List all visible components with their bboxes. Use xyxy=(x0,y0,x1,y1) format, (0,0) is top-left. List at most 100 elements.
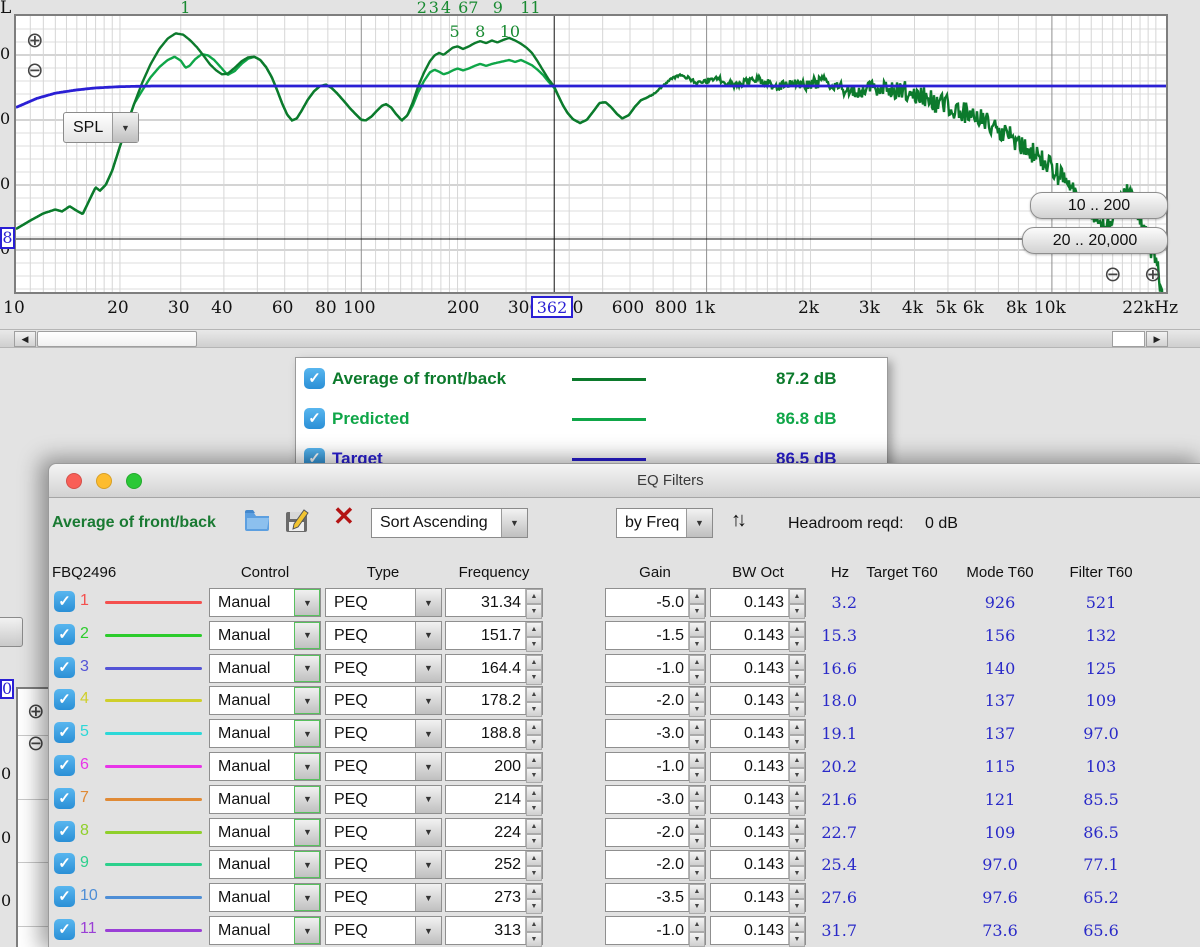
chevron-down-icon[interactable]: ▼ xyxy=(294,819,320,846)
chevron-down-icon[interactable]: ▼ xyxy=(415,851,441,878)
frequency-spinner[interactable]: 151.7▲▼ xyxy=(445,621,543,650)
chevron-down-icon[interactable]: ▼ xyxy=(415,753,441,780)
eq-filter-marker-3[interactable]: 3 xyxy=(429,0,439,17)
filter-type-select[interactable]: PEQ▼ xyxy=(325,686,442,715)
eq-filter-marker-1[interactable]: 1 xyxy=(180,0,190,17)
chevron-down-icon[interactable]: ▼ xyxy=(415,720,441,747)
filter-type-select[interactable]: PEQ▼ xyxy=(325,621,442,650)
filter-enabled-checkbox[interactable]: ✓ xyxy=(54,657,75,678)
control-select[interactable]: Manual▼ xyxy=(209,588,321,617)
freq-range-button-10-200[interactable]: 10 .. 200 xyxy=(1030,192,1168,219)
chevron-down-icon[interactable]: ▼ xyxy=(501,509,527,537)
eq-filter-marker-10[interactable]: 10 xyxy=(500,22,520,41)
frequency-spinner[interactable]: 31.34▲▼ xyxy=(445,588,543,617)
frequency-spinner[interactable]: 273▲▼ xyxy=(445,883,543,912)
bandwidth-spinner[interactable]: 0.143▲▼ xyxy=(710,686,806,715)
eq-filter-marker-2[interactable]: 2 xyxy=(417,0,427,17)
zoom-out-icon[interactable]: ⊖ xyxy=(27,733,45,754)
chevron-down-icon[interactable]: ▼ xyxy=(415,884,441,911)
spinner-up-icon[interactable]: ▲ xyxy=(526,589,542,604)
spl-chart[interactable]: ⊕ ⊖ SPL ▼ 10 .. 200 20 .. 20,000 ⊖ ⊕ xyxy=(14,14,1168,294)
bandwidth-spinner[interactable]: 0.143▲▼ xyxy=(710,850,806,879)
spinner-down-icon[interactable]: ▼ xyxy=(689,801,705,816)
spinner-down-icon[interactable]: ▼ xyxy=(689,670,705,685)
gain-spinner[interactable]: -1.0▲▼ xyxy=(605,654,706,683)
filter-enabled-checkbox[interactable]: ✓ xyxy=(54,755,75,776)
gain-spinner[interactable]: -1.5▲▼ xyxy=(605,621,706,650)
spinner-down-icon[interactable]: ▼ xyxy=(526,899,542,914)
frequency-spinner[interactable]: 178.2▲▼ xyxy=(445,686,543,715)
spinner-down-icon[interactable]: ▼ xyxy=(526,735,542,750)
chevron-down-icon[interactable]: ▼ xyxy=(415,819,441,846)
control-select[interactable]: Manual▼ xyxy=(209,686,321,715)
filter-type-select[interactable]: PEQ▼ xyxy=(325,850,442,879)
spinner-up-icon[interactable]: ▲ xyxy=(689,786,705,801)
spinner-down-icon[interactable]: ▼ xyxy=(689,735,705,750)
sort-arrows-icon[interactable]: ↑↓ xyxy=(731,509,743,532)
filter-type-select[interactable]: PEQ▼ xyxy=(325,719,442,748)
bandwidth-spinner[interactable]: 0.143▲▼ xyxy=(710,752,806,781)
bandwidth-spinner[interactable]: 0.143▲▼ xyxy=(710,818,806,847)
spinner-up-icon[interactable]: ▲ xyxy=(526,655,542,670)
chevron-down-icon[interactable]: ▼ xyxy=(294,720,320,747)
filter-enabled-checkbox[interactable]: ✓ xyxy=(54,853,75,874)
filter-enabled-checkbox[interactable]: ✓ xyxy=(54,821,75,842)
chevron-down-icon[interactable]: ▼ xyxy=(294,753,320,780)
chevron-down-icon[interactable]: ▼ xyxy=(415,622,441,649)
bandwidth-spinner[interactable]: 0.143▲▼ xyxy=(710,883,806,912)
filter-type-select[interactable]: PEQ▼ xyxy=(325,654,442,683)
spinner-down-icon[interactable]: ▼ xyxy=(526,768,542,783)
spinner-down-icon[interactable]: ▼ xyxy=(526,604,542,619)
spinner-up-icon[interactable]: ▲ xyxy=(689,622,705,637)
sort-field-select[interactable]: by Freq ▼ xyxy=(616,508,713,538)
chevron-down-icon[interactable]: ▼ xyxy=(294,786,320,813)
spinner-down-icon[interactable]: ▼ xyxy=(689,768,705,783)
eq-filter-marker-9[interactable]: 9 xyxy=(493,0,503,17)
spinner-up-icon[interactable]: ▲ xyxy=(526,622,542,637)
bandwidth-spinner[interactable]: 0.143▲▼ xyxy=(710,719,806,748)
control-select[interactable]: Manual▼ xyxy=(209,752,321,781)
filter-type-select[interactable]: PEQ▼ xyxy=(325,752,442,781)
spinner-up-icon[interactable]: ▲ xyxy=(689,917,705,932)
chevron-down-icon[interactable]: ▼ xyxy=(294,589,320,616)
maximize-window-icon[interactable] xyxy=(126,473,142,489)
spinner-up-icon[interactable]: ▲ xyxy=(526,917,542,932)
control-select[interactable]: Manual▼ xyxy=(209,916,321,945)
control-select[interactable]: Manual▼ xyxy=(209,883,321,912)
spinner-up-icon[interactable]: ▲ xyxy=(526,753,542,768)
spinner-down-icon[interactable]: ▼ xyxy=(689,702,705,717)
delete-x-icon[interactable]: ✕ xyxy=(333,503,355,529)
frequency-spinner[interactable]: 188.8▲▼ xyxy=(445,719,543,748)
spinner-down-icon[interactable]: ▼ xyxy=(526,932,542,947)
eq-filters-window[interactable]: EQ Filters Average of front/back ✕ Sort … xyxy=(48,463,1200,947)
filter-enabled-checkbox[interactable]: ✓ xyxy=(54,919,75,940)
zoom-out-icon[interactable]: ⊖ xyxy=(26,60,44,81)
filter-enabled-checkbox[interactable]: ✓ xyxy=(54,788,75,809)
spinner-down-icon[interactable]: ▼ xyxy=(526,670,542,685)
zoom-in-x-icon[interactable]: ⊕ xyxy=(1144,264,1162,285)
frequency-spinner[interactable]: 313▲▼ xyxy=(445,916,543,945)
chevron-down-icon[interactable]: ▼ xyxy=(112,113,138,142)
filter-type-select[interactable]: PEQ▼ xyxy=(325,588,442,617)
filter-type-select[interactable]: PEQ▼ xyxy=(325,916,442,945)
eq-filter-marker-11[interactable]: 11 xyxy=(520,0,540,17)
legend-checkbox[interactable]: ✓ xyxy=(304,368,325,389)
control-select[interactable]: Manual▼ xyxy=(209,785,321,814)
eq-filter-marker-4[interactable]: 4 xyxy=(441,0,451,17)
chevron-down-icon[interactable]: ▼ xyxy=(294,884,320,911)
filter-type-select[interactable]: PEQ▼ xyxy=(325,785,442,814)
spinner-down-icon[interactable]: ▼ xyxy=(689,899,705,914)
chevron-down-icon[interactable]: ▼ xyxy=(415,687,441,714)
window-titlebar[interactable]: EQ Filters xyxy=(49,464,1200,498)
freq-range-button-20-20000[interactable]: 20 .. 20,000 xyxy=(1022,227,1168,254)
chevron-down-icon[interactable]: ▼ xyxy=(294,622,320,649)
spinner-down-icon[interactable]: ▼ xyxy=(526,801,542,816)
control-select[interactable]: Manual▼ xyxy=(209,719,321,748)
spinner-up-icon[interactable]: ▲ xyxy=(689,655,705,670)
zoom-in-icon[interactable]: ⊕ xyxy=(27,701,45,722)
filter-enabled-checkbox[interactable]: ✓ xyxy=(54,722,75,743)
spinner-up-icon[interactable]: ▲ xyxy=(526,786,542,801)
spinner-down-icon[interactable]: ▼ xyxy=(526,834,542,849)
spinner-up-icon[interactable]: ▲ xyxy=(526,851,542,866)
graph-type-select[interactable]: SPL ▼ xyxy=(63,112,139,143)
